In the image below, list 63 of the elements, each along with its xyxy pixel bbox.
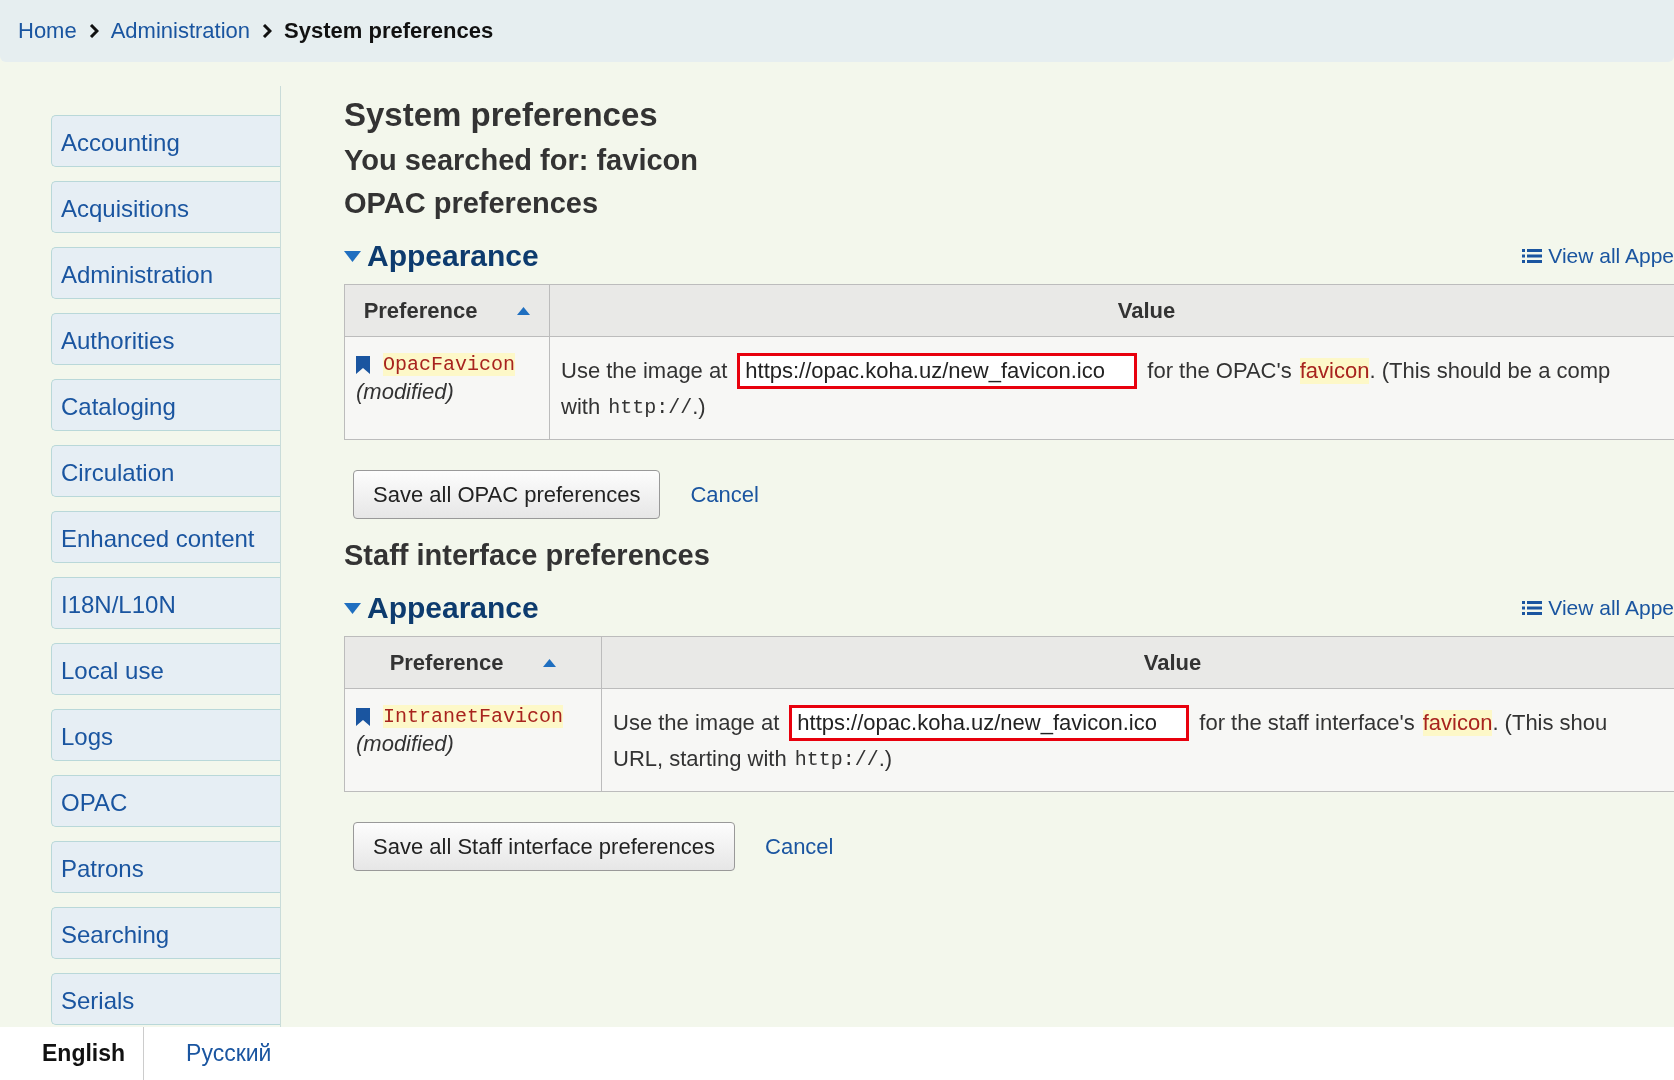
description-text: with xyxy=(561,394,601,420)
list-icon xyxy=(1522,248,1543,264)
sidebar-item[interactable]: Authorities xyxy=(51,313,280,365)
description-text: for the staff interface's xyxy=(1199,710,1415,736)
description-text: Use the image at xyxy=(613,710,780,736)
description-text: .) xyxy=(878,746,893,772)
cancel-link[interactable]: Cancel xyxy=(765,833,834,860)
sidebar-item[interactable]: I18N/L10N xyxy=(51,577,280,629)
description-text: . (This shou xyxy=(1492,710,1608,736)
code-text: http:// xyxy=(794,747,879,771)
caret-down-icon xyxy=(344,250,361,262)
save-button[interactable]: Save all OPAC preferences xyxy=(353,470,661,519)
page-title: System preferences xyxy=(344,96,659,134)
view-all-link[interactable]: View all Appe xyxy=(1522,244,1674,268)
sidebar-item[interactable]: Enhanced content xyxy=(51,511,280,563)
section-title: Staff interface preferences xyxy=(344,539,711,572)
sidebar-item[interactable]: Searching xyxy=(51,907,280,959)
sidebar-item[interactable]: OPAC xyxy=(51,775,280,827)
sidebar-item[interactable]: Patrons xyxy=(51,841,280,893)
description-text: Use the image at xyxy=(561,358,728,384)
breadcrumb-link[interactable]: Home xyxy=(18,18,77,44)
sidebar-item[interactable]: Administration xyxy=(51,247,280,299)
description-text: . (This should be a comp xyxy=(1369,358,1611,384)
list-icon xyxy=(1522,600,1543,616)
sidebar-item[interactable]: Serials xyxy=(51,973,280,1025)
description-text: URL, starting with xyxy=(613,746,787,772)
group-toggle[interactable]: Appearance xyxy=(344,591,539,625)
search-match-text: favicon xyxy=(1299,358,1370,384)
current-page-text: System preferences xyxy=(284,18,494,44)
sidebar-item[interactable]: Circulation xyxy=(51,445,280,497)
chevron-icon xyxy=(88,24,99,38)
column-header[interactable]: Preference xyxy=(344,636,602,689)
url-input-field[interactable]: https://opac.koha.uz/new_favicon.ico xyxy=(789,705,1190,741)
language-link[interactable]: English xyxy=(0,1027,145,1080)
bookmark-icon[interactable] xyxy=(356,707,370,726)
preference-name: IntranetFavicon xyxy=(383,705,564,728)
search-summary: You searched for: favicon xyxy=(344,144,699,177)
bookmark-icon[interactable] xyxy=(356,355,370,374)
breadcrumb-link[interactable]: Administration xyxy=(110,18,251,44)
sidebar-item[interactable]: Local use xyxy=(51,643,280,695)
column-header[interactable]: Preference xyxy=(344,284,550,337)
preference-name: OpacFavicon xyxy=(383,353,516,376)
search-match-text: favicon xyxy=(1422,710,1493,736)
caret-down-icon xyxy=(344,602,361,614)
sidebar-item[interactable]: Accounting xyxy=(51,115,280,167)
sidebar-item[interactable]: Logs xyxy=(51,709,280,761)
section-title: OPAC preferences xyxy=(344,187,600,220)
sidebar-item[interactable]: Cataloging xyxy=(51,379,280,431)
sidebar-item[interactable]: Acquisitions xyxy=(51,181,280,233)
code-text: http:// xyxy=(608,395,693,419)
column-header[interactable]: Value xyxy=(549,284,1674,337)
language-link[interactable]: Русский xyxy=(144,1027,290,1080)
modified-status: (modified) xyxy=(356,379,455,405)
chevron-icon xyxy=(262,24,273,38)
cancel-link[interactable]: Cancel xyxy=(690,481,759,508)
group-toggle[interactable]: Appearance xyxy=(344,239,539,273)
description-text: for the OPAC's xyxy=(1147,358,1292,384)
modified-status: (modified) xyxy=(356,731,455,757)
view-all-link[interactable]: View all Appe xyxy=(1522,596,1674,620)
save-button[interactable]: Save all Staff interface preferences xyxy=(353,822,735,871)
column-header[interactable]: Value xyxy=(601,636,1674,689)
description-text: .) xyxy=(692,394,706,420)
url-input-field[interactable]: https://opac.koha.uz/new_favicon.ico xyxy=(737,353,1138,389)
